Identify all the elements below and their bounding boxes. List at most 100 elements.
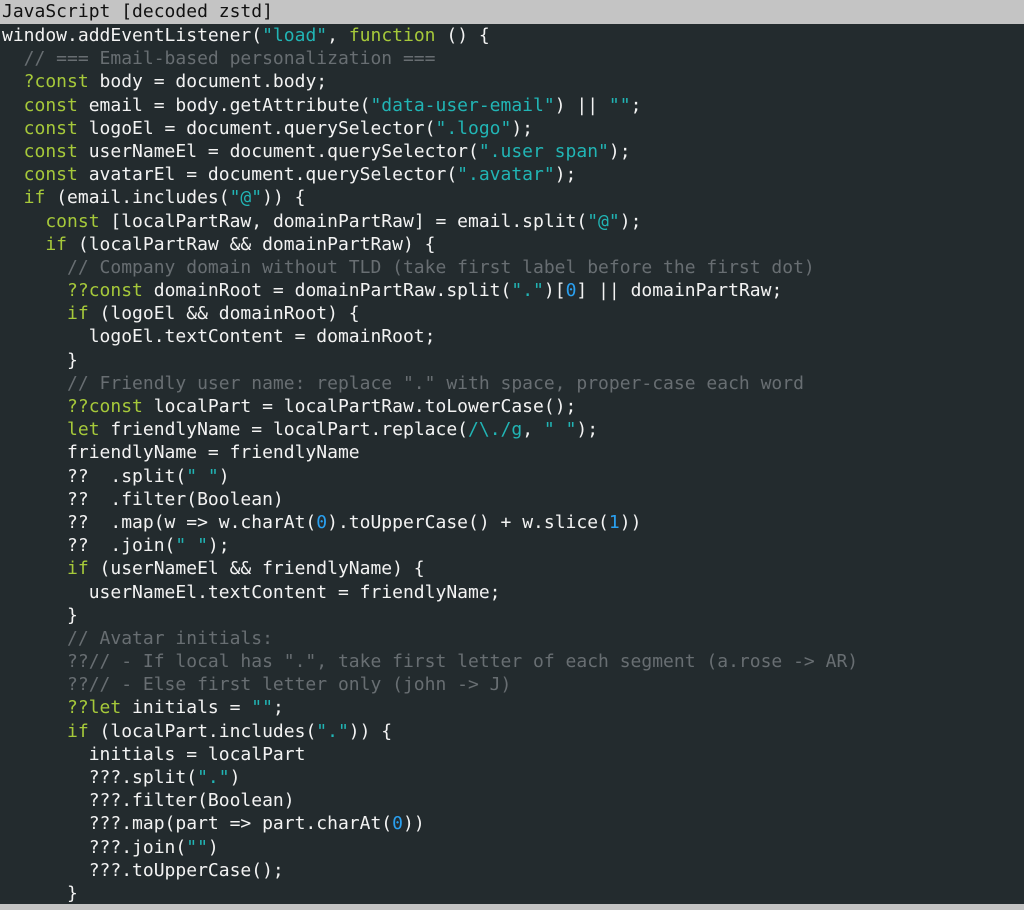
- code-token-keyword: const: [2, 117, 78, 139]
- code-token-keyword: if: [2, 558, 89, 580]
- code-token-text: ;: [272, 697, 284, 719]
- code-line: ?const body = document.body;: [2, 70, 1024, 93]
- code-token-text: );: [576, 419, 599, 441]
- code-line: ??// - Else first letter only (john -> J…: [2, 673, 1024, 696]
- code-token-keyword: if: [2, 187, 46, 209]
- code-token-text: userNameEl.textContent = friendlyName;: [2, 581, 501, 603]
- code-token-keyword: const: [2, 210, 100, 232]
- code-line: ???.split("."): [2, 766, 1024, 789]
- code-token-text: () {: [435, 25, 490, 46]
- code-token-comment: // Company domain without TLD (take firs…: [2, 256, 815, 278]
- code-token-text: ???.split(: [2, 767, 198, 788]
- code-line: ???.filter(Boolean): [2, 789, 1024, 812]
- code-token-comment: // === Email-based personalization ===: [2, 48, 436, 70]
- code-line: ???.toUpperCase();: [2, 859, 1024, 882]
- code-token-text: ] || domainPartRaw;: [576, 280, 783, 302]
- code-token-text: );: [619, 210, 642, 232]
- code-token-keyword: ?const: [2, 71, 89, 93]
- code-token-string: "load": [262, 25, 328, 46]
- code-token-number: 0: [392, 813, 403, 835]
- code-line: }: [2, 882, 1024, 905]
- code-token-text: logoEl = document.querySelector(: [77, 117, 436, 139]
- code-line: let friendlyName = localPart.replace(/\.…: [2, 418, 1024, 441]
- code-token-text: ?? .split(: [2, 465, 187, 487]
- code-line: ???.join(""): [2, 836, 1024, 859]
- code-token-number: 0: [565, 280, 577, 302]
- code-line: if (localPart.includes(".")) {: [2, 720, 1024, 743]
- code-token-text: );: [554, 164, 577, 186]
- code-token-keyword: const: [2, 140, 78, 162]
- code-token-string: ".": [316, 720, 349, 742]
- code-viewer-window: JavaScript [decoded zstd] window.addEven…: [0, 0, 1024, 910]
- code-line: logoEl.textContent = domainRoot;: [2, 325, 1024, 348]
- code-token-text: initials =: [121, 697, 252, 719]
- code-line: ??const domainRoot = domainPartRaw.split…: [2, 279, 1024, 302]
- code-token-text: )): [402, 813, 425, 835]
- code-token-text: avatarEl = document.querySelector(: [77, 164, 458, 186]
- code-token-text: (localPart.includes(: [88, 720, 317, 742]
- code-token-text: ;: [630, 94, 642, 116]
- code-token-text: ): [207, 836, 219, 858]
- code-token-string: "@": [587, 210, 620, 232]
- code-token-text: ?? .filter(Boolean): [2, 488, 284, 510]
- code-token-keyword: const: [2, 164, 78, 186]
- code-line: ?? .split(" "): [2, 465, 1024, 488]
- code-line: const userNameEl = document.querySelecto…: [2, 140, 1024, 163]
- code-line: friendlyName = friendlyName: [2, 441, 1024, 464]
- code-token-keyword: ??let: [2, 697, 122, 719]
- code-line: ?? .map(w => w.charAt(0).toUpperCase() +…: [2, 511, 1024, 534]
- code-token-text: (localPartRaw && domainPartRaw) {: [67, 233, 436, 255]
- code-token-text: ???.map(part => part.charAt(: [2, 813, 393, 835]
- code-token-string: " ": [543, 419, 577, 441]
- code-token-string: ".user span": [478, 140, 609, 162]
- code-token-comment: ??// - If local has ".", take first lett…: [2, 651, 859, 673]
- code-line: const email = body.getAttribute("data-us…: [2, 94, 1024, 117]
- code-line: window.addEventListener("load", function…: [2, 24, 1024, 47]
- code-line: if (userNameEl && friendlyName) {: [2, 557, 1024, 580]
- code-token-keyword: if: [2, 303, 89, 325]
- code-token-text: ) ||: [554, 94, 609, 116]
- code-line: const avatarEl = document.querySelector(…: [2, 163, 1024, 186]
- code-line: ?? .filter(Boolean): [2, 488, 1024, 511]
- code-token-text: window.addEventListener(: [2, 25, 263, 46]
- code-token-text: ): [218, 465, 230, 487]
- code-token-string: ".": [197, 767, 230, 788]
- code-token-text: (logoEl && domainRoot) {: [88, 303, 360, 325]
- code-line: ?? .join(" ");: [2, 534, 1024, 557]
- code-line: }: [2, 349, 1024, 372]
- code-line: ??// - If local has ".", take first lett…: [2, 650, 1024, 673]
- code-token-text: ?? .map(w => w.charAt(: [2, 511, 317, 533]
- code-line: const logoEl = document.querySelector(".…: [2, 117, 1024, 140]
- code-line: ???.map(part => part.charAt(0)): [2, 812, 1024, 835]
- code-token-text: friendlyName = friendlyName: [2, 442, 360, 464]
- code-line: // Avatar initials:: [2, 627, 1024, 650]
- code-line: ??const localPart = localPartRaw.toLower…: [2, 395, 1024, 418]
- code-token-text: userNameEl = document.querySelector(: [77, 140, 479, 162]
- code-token-text: body = document.body;: [88, 71, 328, 93]
- code-token-comment: // Avatar initials:: [2, 627, 273, 649]
- code-token-text: localPart = localPartRaw.toLowerCase();: [142, 396, 577, 417]
- code-line: initials = localPart: [2, 743, 1024, 766]
- code-token-string: "": [251, 697, 273, 719]
- code-token-text: )[: [543, 280, 566, 302]
- code-editor[interactable]: window.addEventListener("load", function…: [2, 24, 1024, 905]
- code-token-string: "data-user-email": [370, 94, 555, 116]
- code-token-text: initials = localPart: [2, 743, 306, 765]
- code-token-keyword: ??const: [2, 280, 143, 302]
- code-token-text: }: [2, 349, 78, 371]
- code-token-text: );: [608, 140, 631, 162]
- code-token-text: }: [2, 604, 78, 626]
- code-token-number: 1: [608, 511, 620, 533]
- code-token-text: [localPartRaw, domainPartRaw] = email.sp…: [99, 210, 588, 232]
- code-token-text: )) {: [348, 720, 393, 742]
- code-token-string: " ": [186, 465, 219, 487]
- code-token-keyword: function: [348, 25, 436, 46]
- code-token-text: )): [619, 511, 642, 533]
- code-line: userNameEl.textContent = friendlyName;: [2, 581, 1024, 604]
- code-token-comment: ??// - Else first letter only (john -> J…: [2, 674, 512, 696]
- code-token-comment: // Friendly user name: replace "." with …: [2, 372, 804, 394]
- code-token-text: ): [229, 767, 241, 788]
- code-line: const [localPartRaw, domainPartRaw] = em…: [2, 210, 1024, 233]
- code-line: // === Email-based personalization ===: [2, 47, 1024, 70]
- code-token-text: )) {: [262, 187, 306, 209]
